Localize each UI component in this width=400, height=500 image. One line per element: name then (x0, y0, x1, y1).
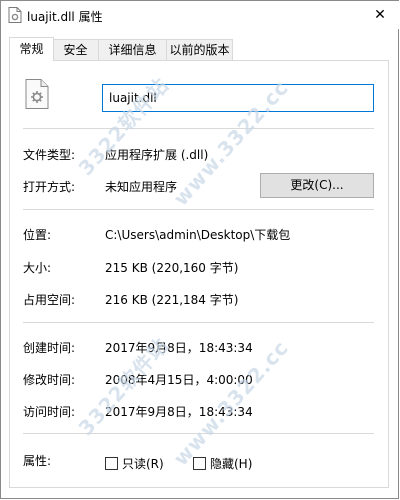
tab-security[interactable]: 安全 (52, 39, 99, 60)
location-value: C:\Users\admin\Desktop\下载包 (105, 228, 291, 242)
checkbox-box[interactable] (193, 457, 206, 470)
close-button[interactable]: ✕ (361, 1, 399, 29)
separator (23, 433, 374, 434)
window-title: luajit.dll 属性 (27, 10, 103, 24)
file-name-field[interactable] (102, 84, 374, 112)
change-button[interactable]: 更改(C)... (260, 173, 374, 198)
modified-label: 修改时间: (23, 373, 76, 387)
created-value: 2017年9月8日，18:43:34 (105, 341, 253, 355)
file-type-icon (25, 79, 49, 109)
size-value: 215 KB (220,160 字节) (105, 261, 239, 275)
file-type-label: 文件类型: (23, 148, 76, 162)
hidden-checkbox[interactable]: 隐藏(H) (193, 455, 252, 472)
open-with-label: 打开方式: (23, 180, 76, 194)
size-label: 大小: (23, 261, 52, 275)
readonly-checkbox[interactable]: 只读(R) (105, 455, 164, 472)
modified-value: 2008年4月15日，4:00:00 (105, 373, 253, 387)
location-label: 位置: (23, 228, 52, 242)
accessed-value: 2017年9月8日，18:43:34 (105, 405, 253, 419)
created-label: 创建时间: (23, 341, 76, 355)
properties-window: luajit.dll 属性 ✕ 常规 安全 详细信息 以前的版本 文件类型: 应… (0, 0, 399, 499)
title-bar: luajit.dll 属性 ✕ (1, 1, 399, 29)
tab-general[interactable]: 常规 (9, 37, 54, 61)
size-on-disk-value: 216 KB (221,184 字节) (105, 293, 239, 307)
open-with-value: 未知应用程序 (105, 180, 178, 194)
separator (23, 322, 374, 323)
tab-previous-versions[interactable]: 以前的版本 (166, 39, 233, 60)
tab-details[interactable]: 详细信息 (98, 39, 167, 60)
separator (23, 209, 374, 210)
size-on-disk-label: 占用空间: (23, 293, 76, 307)
readonly-label: 只读(R) (122, 457, 164, 471)
accessed-label: 访问时间: (23, 405, 76, 419)
dll-file-icon (8, 7, 22, 23)
attributes-label: 属性: (23, 454, 52, 468)
hidden-label: 隐藏(H) (210, 457, 253, 471)
file-type-value: 应用程序扩展 (.dll) (105, 148, 209, 162)
checkbox-box[interactable] (105, 457, 118, 470)
close-icon: ✕ (374, 7, 386, 23)
separator (23, 128, 374, 129)
